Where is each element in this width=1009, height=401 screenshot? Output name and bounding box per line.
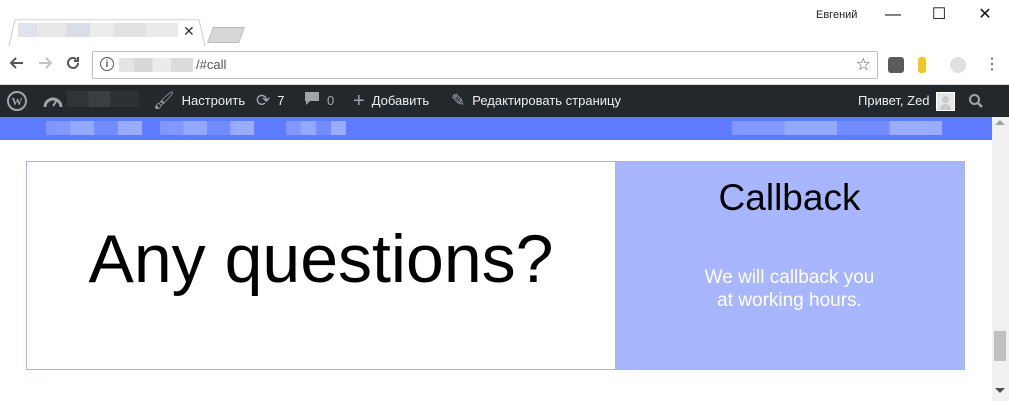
updates-link[interactable]: ⟳ 7 <box>256 85 284 117</box>
minimize-button[interactable]: — <box>870 4 916 26</box>
maximize-button[interactable]: ☐ <box>916 4 962 26</box>
customize-label: Настроить <box>181 93 246 108</box>
greeting-label: Привет, Zed <box>858 93 930 108</box>
page-content: Any questions? Callback We will callback… <box>0 140 992 401</box>
customize-link[interactable]: 🖌 Настроить <box>153 85 245 117</box>
svg-text:W: W <box>12 96 23 108</box>
url-text[interactable]: /#call <box>196 57 226 72</box>
scroll-up-icon[interactable] <box>995 120 1005 125</box>
dashboard-icon[interactable] <box>43 85 63 117</box>
pencil-icon: ✎ <box>451 91 466 110</box>
scroll-thumb[interactable] <box>994 331 1006 361</box>
site-navigation <box>0 117 992 140</box>
edit-page-label: Редактировать страницу <box>472 93 621 108</box>
callback-text-line2: at working hours. <box>717 290 862 311</box>
nav-contacts-redacted <box>732 121 942 135</box>
reload-icon[interactable] <box>62 54 84 76</box>
callback-section: Any questions? Callback We will callback… <box>26 161 965 370</box>
add-new-label: Добавить <box>371 93 430 108</box>
new-tab-button[interactable] <box>207 27 245 43</box>
close-window-button[interactable]: ✕ <box>962 4 1008 26</box>
nav-item-redacted[interactable] <box>286 121 346 135</box>
edit-page-link[interactable]: ✎ Редактировать страницу <box>451 85 621 117</box>
url-host-redacted <box>119 58 193 72</box>
callback-text: We will callback you at working hours. <box>615 266 964 312</box>
forward-icon[interactable] <box>34 54 56 76</box>
updates-icon: ⟳ <box>256 91 271 110</box>
browser-toolbar: i /#call ☆ ⋮ <box>0 46 1009 85</box>
account-greeting[interactable]: Привет, Zed <box>858 85 930 117</box>
search-icon[interactable] <box>968 85 984 117</box>
tab-close-icon[interactable]: ✕ <box>183 24 195 38</box>
nav-item-redacted[interactable] <box>160 121 254 135</box>
comment-icon <box>304 85 320 117</box>
site-name-redacted[interactable] <box>67 91 139 107</box>
address-bar[interactable]: i /#call ☆ <box>92 51 878 79</box>
title-bar: ✕ Евгений — ☐ ✕ <box>0 0 1009 48</box>
kebab-menu-icon[interactable]: ⋮ <box>981 54 1003 76</box>
callback-text-line1: We will callback you <box>704 267 875 288</box>
headline: Any questions? <box>88 221 554 297</box>
nav-item-redacted[interactable] <box>46 121 142 135</box>
back-icon[interactable] <box>6 54 28 76</box>
profile-name[interactable]: Евгений <box>816 9 857 21</box>
comments-count: 0 <box>327 93 335 108</box>
add-new-link[interactable]: + Добавить <box>353 85 429 117</box>
updates-count: 7 <box>277 93 285 108</box>
extension-bulb-icon[interactable] <box>918 57 926 73</box>
avatar[interactable] <box>936 92 955 111</box>
comments-link[interactable]: 0 <box>304 85 334 117</box>
brush-icon: 🖌 <box>153 91 175 110</box>
questions-panel: Any questions? <box>27 162 615 369</box>
wp-admin-bar: W 🖌 Настроить ⟳ 7 0 + Добавить ✎ Редакти… <box>0 85 1009 117</box>
scroll-down-icon[interactable] <box>995 388 1005 393</box>
callback-panel[interactable]: Callback We will callback you at working… <box>615 162 964 369</box>
star-icon[interactable]: ☆ <box>856 55 871 75</box>
page-scrollbar[interactable] <box>992 117 1009 401</box>
wordpress-logo-icon[interactable]: W <box>7 85 27 117</box>
callback-title: Callback <box>718 177 861 218</box>
extension-shield-icon[interactable] <box>888 57 904 73</box>
info-icon[interactable]: i <box>100 57 114 71</box>
extension-circle-icon[interactable] <box>950 57 966 73</box>
plus-icon: + <box>353 90 365 112</box>
tab-title-redacted <box>18 23 178 37</box>
